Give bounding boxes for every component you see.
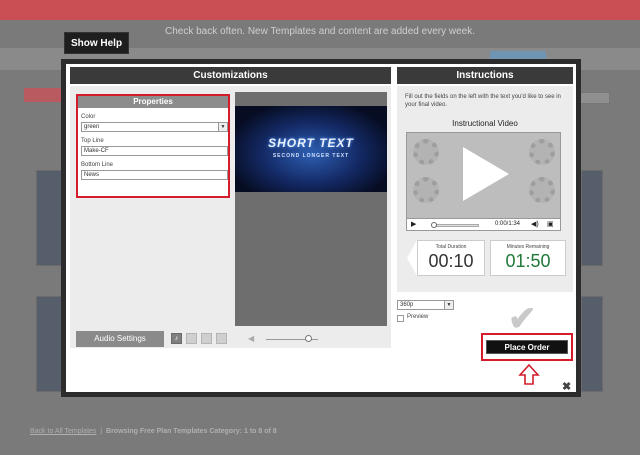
mute-icon[interactable]: ♪ <box>171 333 182 344</box>
volume-slider-handle[interactable] <box>305 335 312 342</box>
color-label: Color <box>81 114 96 120</box>
play-icon[interactable] <box>186 333 197 344</box>
player-controls: ▶ 0:00/1:34 ◀) ▣ <box>406 218 561 231</box>
instructions-header: Instructions <box>397 67 573 84</box>
modal-content: Customizations Instructions Properties C… <box>66 64 576 393</box>
big-play-icon[interactable] <box>463 147 509 201</box>
preview-label: Preview <box>407 314 429 320</box>
customizations-header: Customizations <box>70 67 391 84</box>
properties-header: Properties <box>78 96 228 108</box>
preview-title-text: SHORT TEXT <box>268 136 354 150</box>
preview-subtitle-text: SECOND LONGER TEXT <box>272 153 350 159</box>
properties-panel: Properties Color green ▼ Top Line Make-C… <box>76 94 230 198</box>
fullscreen-icon[interactable]: ▣ <box>547 220 554 228</box>
preview-checkbox[interactable] <box>397 315 404 322</box>
gear-icon <box>529 139 555 165</box>
top-banner <box>0 0 640 20</box>
instructions-text: Fill out the fields on the left with the… <box>405 94 561 108</box>
browsing-text: Browsing Free Plan Templates Category: 1… <box>106 428 277 435</box>
instructional-video-label: Instructional Video <box>452 119 518 128</box>
pause-icon[interactable] <box>201 333 212 344</box>
background-select <box>576 92 610 104</box>
customization-modal: Customizations Instructions Properties C… <box>61 59 581 397</box>
player-time: 0:00/1:34 <box>495 221 521 227</box>
arrow-up-icon <box>518 364 540 385</box>
gear-icon <box>413 139 439 165</box>
place-order-button[interactable]: Place Order <box>486 340 568 354</box>
quality-select-value: 360p <box>400 302 414 308</box>
color-select[interactable]: green ▼ <box>81 122 228 132</box>
close-icon[interactable]: ✖ <box>562 380 571 393</box>
show-help-button[interactable]: Show Help <box>64 32 129 54</box>
background-thumbnail <box>581 170 603 266</box>
chevron-down-icon: ▼ <box>444 301 453 309</box>
bottom-breadcrumb: Back to All Templates | Browsing Free Pl… <box>30 428 277 435</box>
stop-icon[interactable] <box>216 333 227 344</box>
video-preview[interactable]: SHORT TEXT SECOND LONGER TEXT <box>235 106 387 192</box>
seek-bar[interactable] <box>432 224 479 227</box>
top-line-input[interactable]: Make-CF <box>81 146 228 156</box>
top-line-label: Top Line <box>81 138 104 144</box>
speaker-icon[interactable]: ◀) <box>531 220 539 228</box>
seek-handle[interactable] <box>431 222 437 228</box>
chevron-down-icon: ▼ <box>218 123 227 131</box>
minutes-remaining-value: 01:50 <box>505 251 551 271</box>
background-red-tag <box>24 88 64 102</box>
instructional-video-player[interactable] <box>406 132 561 230</box>
back-to-templates-link[interactable]: Back to All Templates <box>30 428 96 435</box>
gear-icon <box>413 177 439 203</box>
duration-notch <box>407 240 417 276</box>
bottom-line-input[interactable]: News <box>81 170 228 180</box>
minutes-remaining-box: Minutes Remaining 01:50 <box>490 240 566 276</box>
gear-icon <box>529 177 555 203</box>
audio-settings-button[interactable]: Audio Settings <box>76 331 164 347</box>
total-duration-value: 00:10 <box>428 251 474 271</box>
quality-select[interactable]: 360p ▼ <box>397 300 454 310</box>
background-thumbnail <box>581 296 603 392</box>
play-icon[interactable]: ▶ <box>411 220 416 228</box>
color-select-value: green <box>84 124 100 130</box>
audio-controls: Audio Settings ♪ ◀ <box>76 331 388 347</box>
volume-icon: ◀ <box>248 334 255 343</box>
bottom-line-label: Bottom Line <box>81 162 114 168</box>
total-duration-box: Total Duration 00:10 <box>417 240 485 276</box>
video-preview-area: SHORT TEXT SECOND LONGER TEXT <box>235 92 387 326</box>
